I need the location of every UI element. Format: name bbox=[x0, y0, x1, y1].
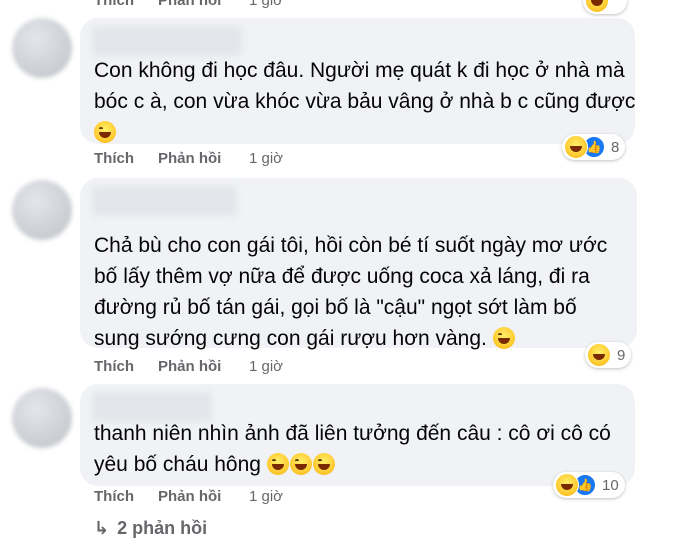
comment-line-text: sung sướng cưng con gái rượu hơn vàng. bbox=[94, 327, 487, 350]
reply-button[interactable]: Phản hồi bbox=[158, 150, 221, 167]
grin-emoji-icon bbox=[94, 121, 116, 143]
comment-line bbox=[94, 117, 621, 148]
author-name-redacted[interactable] bbox=[92, 26, 242, 56]
comment-line: bố lấy thêm vợ nữa để được uống coca xả … bbox=[94, 265, 590, 288]
haha-reaction-icon bbox=[555, 473, 579, 497]
reaction-summary[interactable] bbox=[583, 0, 627, 14]
avatar[interactable] bbox=[12, 18, 72, 78]
reply-button[interactable]: Phản hồi bbox=[158, 488, 221, 505]
comment-bubble: Chả bù cho con gái tôi, hồi còn bé tí su… bbox=[80, 178, 637, 350]
comment-line: Con không đi học đâu. Người mẹ quát k đi… bbox=[94, 59, 625, 82]
timestamp: 1 giờ bbox=[249, 0, 284, 9]
replies-label: 2 phản hồi bbox=[117, 518, 208, 538]
comment-line: sung sướng cưng con gái rượu hơn vàng. bbox=[94, 323, 623, 354]
reaction-count: 9 bbox=[617, 346, 626, 364]
reply-arrow-icon: ↳ bbox=[94, 518, 110, 538]
comment-line: thanh niên nhìn ảnh đã liên tưởng đến câ… bbox=[94, 422, 611, 445]
like-button[interactable]: Thích bbox=[94, 0, 134, 9]
haha-reaction-icon bbox=[564, 135, 588, 159]
comment-text: thanh niên nhìn ảnh đã liên tưởng đến câ… bbox=[94, 418, 621, 480]
laugh-emoji-icon bbox=[266, 453, 289, 475]
reaction-summary[interactable]: 9 bbox=[585, 342, 632, 368]
like-button[interactable]: Thích bbox=[94, 150, 134, 167]
comment-line: đường rủ bố tán gái, gọi bố là "cậu" ngọ… bbox=[94, 296, 577, 319]
reaction-summary[interactable]: 👍 10 bbox=[553, 472, 625, 498]
comment-bubble: thanh niên nhìn ảnh đã liên tưởng đến câ… bbox=[80, 384, 635, 486]
view-replies-link[interactable]: ↳ 2 phản hồi bbox=[94, 518, 207, 539]
reaction-summary[interactable]: 👍 8 bbox=[562, 134, 626, 160]
comment-bubble: Con không đi học đâu. Người mẹ quát k đi… bbox=[80, 18, 635, 144]
comment-line-text: yêu bố cháu hông bbox=[94, 453, 261, 476]
reply-button[interactable]: Phản hồi bbox=[158, 0, 221, 9]
timestamp: 1 giờ bbox=[249, 488, 284, 505]
laugh-emoji-icon bbox=[289, 453, 312, 475]
like-button[interactable]: Thích bbox=[94, 488, 134, 505]
laugh-emoji-icon bbox=[492, 327, 515, 349]
timestamp: 1 giờ bbox=[249, 358, 284, 375]
haha-reaction-icon bbox=[587, 343, 611, 367]
avatar[interactable] bbox=[12, 388, 72, 448]
comment-line: bóc c à, con vừa khóc vừa bảu vâng ở nhà… bbox=[94, 90, 636, 113]
comment-line: yêu bố cháu hông bbox=[94, 449, 621, 480]
comment-text: Con không đi học đâu. Người mẹ quát k đi… bbox=[94, 55, 636, 148]
author-name-redacted[interactable] bbox=[92, 186, 237, 216]
laugh-emoji-icon bbox=[312, 453, 335, 475]
reaction-count: 8 bbox=[611, 138, 620, 156]
avatar[interactable] bbox=[12, 180, 72, 240]
haha-reaction-icon bbox=[585, 0, 609, 13]
reply-button[interactable]: Phản hồi bbox=[158, 358, 221, 375]
like-button[interactable]: Thích bbox=[94, 358, 134, 375]
comment-line: Chả bù cho con gái tôi, hồi còn bé tí su… bbox=[94, 234, 608, 257]
timestamp: 1 giờ bbox=[249, 150, 284, 167]
comment-text: Chả bù cho con gái tôi, hồi còn bé tí su… bbox=[94, 230, 623, 354]
reaction-count: 10 bbox=[602, 476, 619, 494]
